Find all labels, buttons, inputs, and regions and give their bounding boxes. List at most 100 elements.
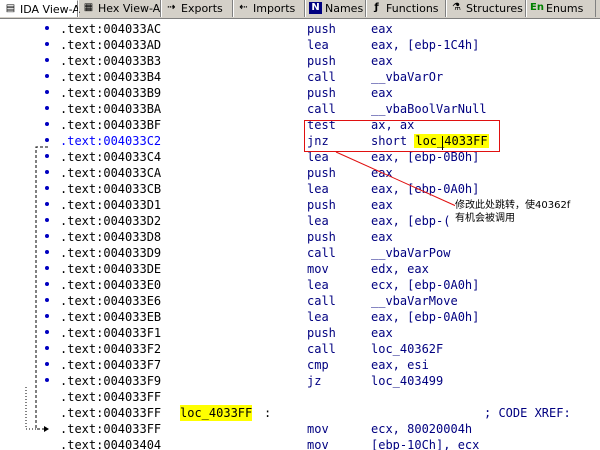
row-address: .text:004033E0 <box>60 278 162 292</box>
tab-ida-view-a[interactable]: ▤ IDA View-A <box>0 0 80 17</box>
listing-row[interactable]: .text:004033DE mov edx, eax <box>0 261 600 277</box>
row-operands: eax <box>371 230 393 244</box>
row-address: .text:004033F9 <box>60 374 162 388</box>
listing-row[interactable]: .text:004033F7 cmp eax, esi <box>0 357 600 373</box>
row-address: .text:00403404 <box>60 438 162 450</box>
tab-label: Enums <box>546 2 584 15</box>
listing-row[interactable]: .text:004033FF loc_4033FF: ; CODE XREF: <box>0 405 600 421</box>
row-address: .text:004033B4 <box>60 70 162 84</box>
row-operands: eax, [ebp-0A0h] <box>371 182 480 196</box>
row-mnemonic: mov <box>307 422 329 436</box>
row-mnemonic: push <box>307 326 336 340</box>
tab-bar: ▤ IDA View-A ▦ Hex View-A ⇢ Exports ⇠ Imports N N… <box>0 0 600 19</box>
row-mnemonic: lea <box>307 214 329 228</box>
tab-hex-view-a[interactable]: ▦ Hex View-A <box>78 0 161 17</box>
listing-row[interactable]: .text:004033F1 push eax <box>0 325 600 341</box>
row-mnemonic: call <box>307 246 336 260</box>
row-operands: eax <box>371 22 393 36</box>
tab-functions[interactable]: ƒ Functions <box>366 0 446 17</box>
tab-enums[interactable]: En Enums <box>526 0 596 17</box>
row-address: .text:004033D2 <box>60 214 162 228</box>
jump-arrow-jz <box>25 387 36 430</box>
functions-icon: ƒ <box>374 2 379 13</box>
listing-row[interactable]: .text:004033C2 jnz short loc_4033FF <box>0 133 600 149</box>
row-mnemonic: lea <box>307 182 329 196</box>
row-mnemonic: call <box>307 342 336 356</box>
row-address: .text:004033E6 <box>60 294 162 308</box>
row-operands: edx, eax <box>371 262 429 276</box>
row-mnemonic: lea <box>307 278 329 292</box>
row-mnemonic: mov <box>307 262 329 276</box>
row-operands: eax <box>371 166 393 180</box>
listing-row[interactable]: .text:004033F9 jz loc_403499 <box>0 373 600 389</box>
listing-row[interactable]: .text:004033B9 push eax <box>0 85 600 101</box>
listing-row[interactable]: .text:004033BA call __vbaBoolVarNull <box>0 101 600 117</box>
row-address: .text:004033D8 <box>60 230 162 244</box>
ida-view-icon: ▤ <box>5 3 16 14</box>
listing-row[interactable]: .text:004033FF mov ecx, 80020004h <box>0 421 600 437</box>
row-address: .text:004033C2 <box>60 134 162 148</box>
row-mnemonic: call <box>307 294 336 308</box>
xref-comment: ; CODE XREF: <box>484 406 571 420</box>
jump-arrow-jnz <box>35 146 48 430</box>
tab-names[interactable]: N Names <box>305 0 366 17</box>
row-address: .text:004033AD <box>60 38 162 52</box>
annotation-line-1: 修改此处跳转，使40362f <box>455 200 571 211</box>
listing-row[interactable]: .text:004033D8 push eax <box>0 229 600 245</box>
listing-row[interactable]: .text:004033D9 call __vbaVarPow <box>0 245 600 261</box>
row-address: .text:004033C4 <box>60 150 162 164</box>
row-operands: __vbaVarMove <box>371 294 458 308</box>
row-address: .text:004033BF <box>60 118 162 132</box>
row-mnemonic: lea <box>307 310 329 324</box>
tab-structures[interactable]: ⚗ Structures <box>446 0 526 17</box>
row-operands: __vbaBoolVarNull <box>371 102 487 116</box>
row-operands: eax, [ebp-( <box>371 214 451 228</box>
tab-label: IDA View-A <box>20 3 80 16</box>
text-cursor <box>442 136 443 150</box>
row-mnemonic: push <box>307 230 336 244</box>
row-operands: eax <box>371 86 393 100</box>
listing-row[interactable]: .text:004033B3 push eax <box>0 53 600 69</box>
tab-label: Imports <box>253 2 296 15</box>
tab-label: Structures <box>466 2 523 15</box>
listing-row[interactable]: .text:004033E6 call __vbaVarMove <box>0 293 600 309</box>
listing-row[interactable]: .text:004033CA push eax <box>0 165 600 181</box>
exports-icon: ⇢ <box>167 2 176 13</box>
row-mnemonic: push <box>307 22 336 36</box>
listing-row[interactable]: .text:004033FF <box>0 389 600 405</box>
tab-label: Functions <box>386 2 439 15</box>
row-mnemonic: call <box>307 70 336 84</box>
annotation-line-2: 有机会被调用 <box>455 213 515 224</box>
listing-row[interactable]: .text:004033BF test ax, ax <box>0 117 600 133</box>
tab-imports[interactable]: ⇠ Imports <box>233 0 305 17</box>
listing-row[interactable]: .text:004033EB lea eax, [ebp-0A0h] <box>0 309 600 325</box>
row-operands: eax, esi <box>371 358 429 372</box>
row-operands: eax <box>371 198 393 212</box>
row-operands: eax <box>371 54 393 68</box>
row-address: .text:004033EB <box>60 310 162 324</box>
listing-row[interactable]: .text:004033AC push eax <box>0 21 600 37</box>
row-operands: eax, [ebp-0A0h] <box>371 310 480 324</box>
tab-label: Names <box>325 2 364 15</box>
code-label[interactable]: loc_4033FF <box>180 405 253 421</box>
structures-icon: ⚗ <box>452 2 461 13</box>
row-operands: eax <box>371 326 393 340</box>
row-address: .text:004033FF <box>60 406 162 420</box>
hex-view-icon: ▦ <box>83 2 94 13</box>
listing-row[interactable]: .text:004033CB lea eax, [ebp-0A0h] <box>0 181 600 197</box>
listing-row[interactable]: .text:004033C4 lea eax, [ebp-0B0h] <box>0 149 600 165</box>
listing-row[interactable]: .text:00403404 mov [ebp-10Ch], ecx <box>0 437 600 450</box>
row-operands: [ebp-10Ch], ecx <box>371 438 480 450</box>
listing-row[interactable]: .text:004033B4 call __vbaVarOr <box>0 69 600 85</box>
disassembly-listing[interactable]: .text:004033AC push eax .text:004033AD lea ea… <box>0 19 600 450</box>
listing-row[interactable]: .text:004033E0 lea ecx, [ebp-0A0h] <box>0 277 600 293</box>
row-operands: eax, [ebp-1C4h] <box>371 38 480 52</box>
row-operands: ecx, [ebp-0A0h] <box>371 278 480 292</box>
row-address: .text:004033CB <box>60 182 162 196</box>
listing-row[interactable]: .text:004033AD lea eax, [ebp-1C4h] <box>0 37 600 53</box>
row-address: .text:004033FF <box>60 390 162 404</box>
code-label-colon: : <box>264 406 272 420</box>
tab-exports[interactable]: ⇢ Exports <box>161 0 233 17</box>
listing-row[interactable]: .text:004033F2 call loc_40362F <box>0 341 600 357</box>
flow-arrows <box>25 146 49 432</box>
